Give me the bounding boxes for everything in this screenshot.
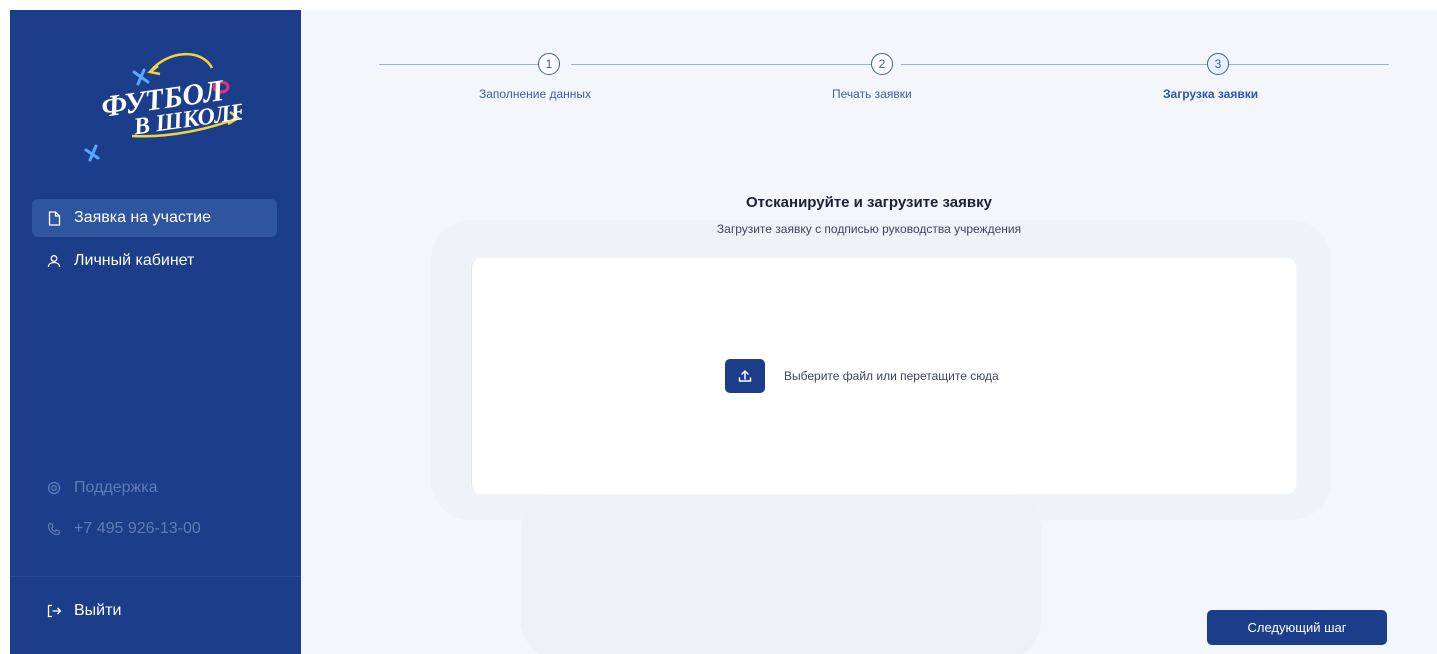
step-1-indicator: 1 — [538, 53, 560, 75]
step-3-indicator: 3 — [1207, 53, 1229, 75]
step-3-label: Загрузка заявки — [1163, 87, 1259, 101]
sidebar-divider — [10, 576, 301, 577]
next-step-button[interactable]: Следующий шаг — [1207, 610, 1387, 645]
upload-label: Выберите файл или перетащите сюда — [784, 369, 999, 383]
step-1-label: Заполнение данных — [479, 87, 592, 101]
support-icon — [46, 480, 62, 496]
sidebar-item-account[interactable]: Личный кабинет — [32, 242, 277, 280]
stepper-line — [1229, 64, 1389, 65]
page-title: Отсканируйте и загрузите заявку — [746, 194, 992, 211]
page-subtitle: Загрузите заявку с подписью руководства … — [716, 222, 1022, 236]
document-icon — [46, 210, 62, 226]
logo: ФУТБОЛ В ШКОЛЕ — [72, 46, 248, 166]
stepper-line — [571, 64, 879, 65]
logout-label: Выйти — [74, 602, 122, 619]
support-label: Поддержка — [74, 479, 158, 496]
sidebar-item-application[interactable]: Заявка на участие — [32, 199, 277, 237]
sidebar-phone[interactable]: +7 495 926-13-00 — [32, 510, 277, 548]
step-2-indicator: 2 — [871, 53, 893, 75]
step-number: 1 — [545, 57, 553, 71]
stepper-line — [379, 64, 549, 65]
phone-number: +7 495 926-13-00 — [74, 520, 201, 537]
file-dropzone[interactable]: Выберите файл или перетащите сюда — [471, 258, 1296, 494]
logout-button[interactable]: Выйти — [32, 592, 277, 630]
sidebar-item-label: Заявка на участие — [74, 209, 211, 226]
main-content: 1 Заполнение данных 2 Печать заявки 3 За… — [301, 10, 1437, 654]
phone-icon — [46, 521, 62, 537]
logo-graphic: ФУТБОЛ В ШКОЛЕ — [84, 53, 248, 162]
sidebar-item-support[interactable]: Поддержка — [32, 469, 277, 507]
step-2-label: Печать заявки — [832, 87, 912, 101]
upload-button[interactable] — [725, 359, 765, 393]
upload-icon — [738, 370, 752, 382]
step-number: 2 — [878, 57, 886, 71]
app-frame: ФУТБОЛ В ШКОЛЕ Заявка на участие Личный … — [10, 10, 1437, 654]
sidebar-item-label: Личный кабинет — [74, 252, 195, 269]
background-shape — [521, 490, 1041, 654]
user-icon — [46, 253, 62, 269]
stepper-line — [901, 64, 1207, 65]
step-number: 3 — [1214, 57, 1222, 71]
logout-icon — [46, 603, 62, 619]
sidebar: ФУТБОЛ В ШКОЛЕ Заявка на участие Личный … — [10, 10, 301, 654]
